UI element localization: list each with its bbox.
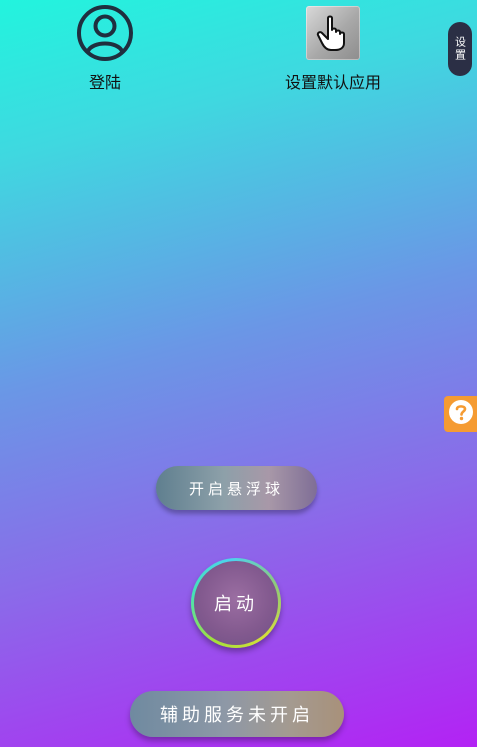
set-default-app-entry[interactable]: 设置默认应用 bbox=[270, 4, 396, 93]
accessibility-service-status-button[interactable]: 辅助服务未开启 bbox=[130, 691, 344, 737]
hand-pointer-icon bbox=[306, 6, 360, 60]
enable-floating-ball-button[interactable]: 开启悬浮球 bbox=[156, 466, 317, 510]
user-circle-icon bbox=[76, 4, 134, 62]
set-default-app-label: 设置默认应用 bbox=[284, 73, 381, 92]
start-button[interactable]: 启动 bbox=[191, 558, 281, 648]
question-circle-icon bbox=[448, 399, 474, 429]
help-button[interactable] bbox=[444, 396, 477, 432]
login-label: 登陆 bbox=[88, 73, 121, 92]
settings-label: 设置 bbox=[453, 36, 467, 62]
floating-ball-label: 开启悬浮球 bbox=[188, 479, 284, 498]
start-label: 启动 bbox=[214, 594, 258, 615]
login-entry[interactable]: 登陆 bbox=[70, 4, 140, 93]
settings-button[interactable]: 设置 bbox=[448, 22, 472, 76]
accessibility-status-label: 辅助服务未开启 bbox=[160, 705, 314, 726]
